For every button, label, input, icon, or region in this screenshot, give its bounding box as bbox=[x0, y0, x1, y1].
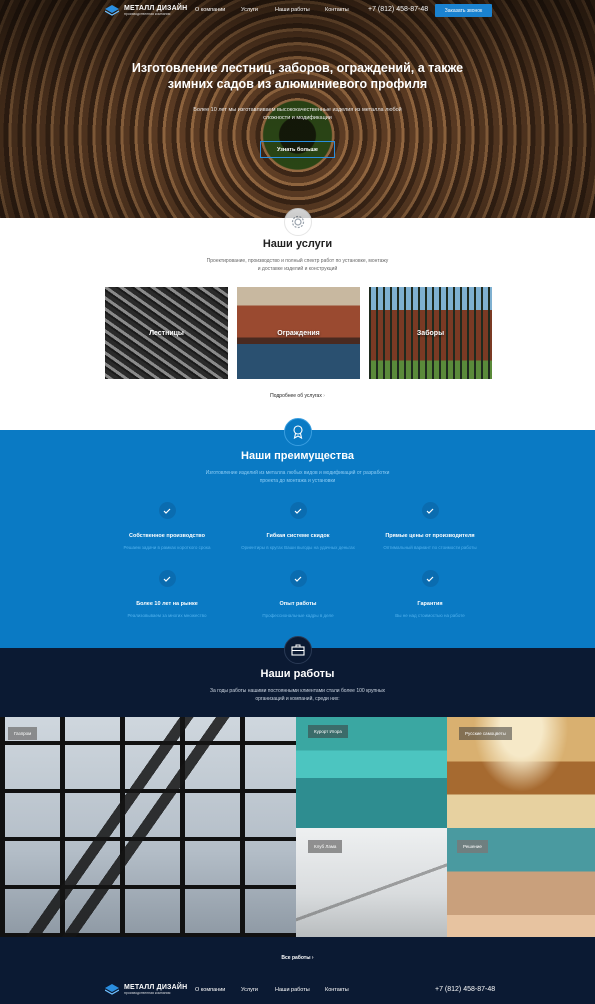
check-icon bbox=[158, 570, 176, 587]
service-card-label: Заборы bbox=[416, 329, 445, 337]
nav-link-contacts[interactable]: Контакты bbox=[325, 7, 349, 13]
work-tag: Курорт Игора bbox=[308, 725, 348, 738]
services-section: Наши услуги Проектирование, производство… bbox=[0, 208, 595, 430]
advantage-subtitle: Ориентиры в кругах Ваши выгоды на удачны… bbox=[241, 545, 355, 550]
advantages-title: Наши преимущества bbox=[241, 450, 354, 462]
check-icon bbox=[421, 502, 439, 519]
footer-phone[interactable]: +7 (812) 458-87-48 bbox=[435, 986, 495, 993]
advantage-item: Гарантия Вы не над стоимостью на работе bbox=[360, 570, 500, 618]
chevron-right-icon: › bbox=[323, 393, 325, 399]
hero-description: Более 10 лет мы изготавливаем высококаче… bbox=[193, 107, 402, 121]
check-icon bbox=[421, 570, 439, 587]
check-icon bbox=[289, 570, 307, 587]
hero-section: МЕТАЛЛ ДИЗАЙН производственная компания … bbox=[0, 0, 595, 218]
service-card-label: Лестницы bbox=[149, 329, 184, 337]
nav-link-works[interactable]: Наши работы bbox=[275, 7, 310, 13]
advantage-title: Гарантия bbox=[417, 601, 443, 607]
advantage-item: Гибкая системе скидок Ориентиры в кругах… bbox=[228, 502, 368, 550]
advantage-subtitle: Профессиональные кадры в деле bbox=[262, 613, 334, 618]
check-icon bbox=[158, 502, 176, 519]
service-card-railings[interactable]: Ограждения bbox=[237, 287, 360, 379]
advantage-subtitle: Реализовываем за многих множество bbox=[127, 613, 207, 618]
advantages-description: Изготовление изделий из металла любых ви… bbox=[205, 470, 390, 484]
works-section: Наши работы За годы работы нашими постоя… bbox=[0, 636, 595, 1004]
footer-link-contacts[interactable]: Контакты bbox=[325, 987, 349, 993]
advantage-title: Более 10 лет на рынке bbox=[136, 601, 198, 607]
nav-link-services[interactable]: Услуги bbox=[241, 7, 258, 13]
all-works-link[interactable]: Все работы › bbox=[260, 955, 335, 961]
logo-subtitle: производственная компания bbox=[124, 12, 171, 17]
logo[interactable]: МЕТАЛЛ ДИЗАЙН производственная компания bbox=[105, 5, 187, 17]
work-tile-reshenie[interactable]: Решение bbox=[447, 828, 595, 937]
work-tag: Русские самоцветы bbox=[459, 727, 512, 740]
advantage-item: Собственное производство Решаем задачи в… bbox=[97, 502, 237, 550]
advantage-subtitle: Оптимальный вариант по стоимости работы bbox=[383, 545, 477, 550]
advantage-title: Прямые цены от производителя bbox=[385, 533, 475, 539]
briefcase-icon bbox=[291, 644, 305, 656]
all-works-label: Все работы bbox=[281, 955, 311, 961]
award-icon bbox=[293, 425, 303, 439]
advantage-title: Гибкая системе скидок bbox=[266, 533, 330, 539]
service-card-stairs[interactable]: Лестницы bbox=[105, 287, 228, 379]
footer-link-about[interactable]: О компании bbox=[195, 987, 225, 993]
work-tile-gazprom[interactable]: Газпром bbox=[0, 717, 296, 937]
advantage-title: Собственное производство bbox=[129, 533, 205, 539]
logo-title: МЕТАЛЛ ДИЗАЙН bbox=[124, 5, 188, 13]
advantage-item: Более 10 лет на рынке Реализовываем за м… bbox=[97, 570, 237, 618]
work-tag: Решение bbox=[457, 840, 488, 853]
top-navigation: МЕТАЛЛ ДИЗАЙН производственная компания … bbox=[0, 0, 595, 22]
work-tile-lama-club[interactable]: Клуб Лама bbox=[296, 828, 447, 937]
service-card-label: Ограждения bbox=[277, 329, 320, 337]
advantages-section: Наши преимущества Изготовление изделий и… bbox=[0, 418, 595, 648]
hero-title: Изготовление лестниц, заборов, ограждени… bbox=[131, 61, 464, 91]
service-card-fences[interactable]: Заборы bbox=[369, 287, 492, 379]
works-description: За годы работы нашими постоянными клиент… bbox=[209, 688, 386, 702]
header-phone[interactable]: +7 (812) 458-87-48 bbox=[368, 6, 428, 13]
order-call-button[interactable]: Заказать звонок bbox=[435, 4, 492, 17]
work-tile-russian-gems[interactable]: Русские самоцветы bbox=[447, 717, 595, 828]
work-tag: Клуб Лама bbox=[308, 840, 343, 853]
advantage-title: Опыт работы bbox=[279, 601, 317, 607]
work-tile-igora[interactable]: Курорт Игора bbox=[296, 717, 447, 828]
briefcase-badge bbox=[284, 636, 312, 664]
chevron-right-icon: › bbox=[311, 955, 314, 961]
services-title: Наши услуги bbox=[262, 238, 333, 250]
footer-link-services[interactable]: Услуги bbox=[241, 987, 258, 993]
footer-link-works[interactable]: Наши работы bbox=[275, 987, 310, 993]
services-more-link[interactable]: Подробнее об услугах › bbox=[240, 393, 355, 399]
logo-title: МЕТАЛЛ ДИЗАЙН bbox=[124, 984, 188, 992]
advantage-item: Прямые цены от производителя Оптимальный… bbox=[360, 502, 500, 550]
logo-subtitle: производственная компания bbox=[124, 991, 171, 996]
nav-link-about[interactable]: О компании bbox=[195, 7, 225, 13]
services-description: Проектирование, производство и полный сп… bbox=[206, 258, 389, 272]
advantage-subtitle: Решаем задачи в рамках короткого срока bbox=[123, 545, 211, 550]
work-tag: Газпром bbox=[8, 727, 38, 740]
award-badge bbox=[284, 418, 312, 446]
services-more-label: Подробнее об услугах bbox=[270, 393, 322, 399]
logo-icon bbox=[105, 984, 119, 996]
advantage-subtitle: Вы не над стоимостью на работе bbox=[395, 613, 465, 618]
works-title: Наши работы bbox=[260, 668, 335, 680]
check-icon bbox=[289, 502, 307, 519]
learn-more-button[interactable]: Узнать больше bbox=[260, 141, 335, 158]
footer-logo[interactable]: МЕТАЛЛ ДИЗАЙН производственная компания bbox=[105, 984, 187, 996]
advantage-item: Опыт работы Профессиональные кадры в дел… bbox=[228, 570, 368, 618]
logo-icon bbox=[105, 5, 119, 17]
